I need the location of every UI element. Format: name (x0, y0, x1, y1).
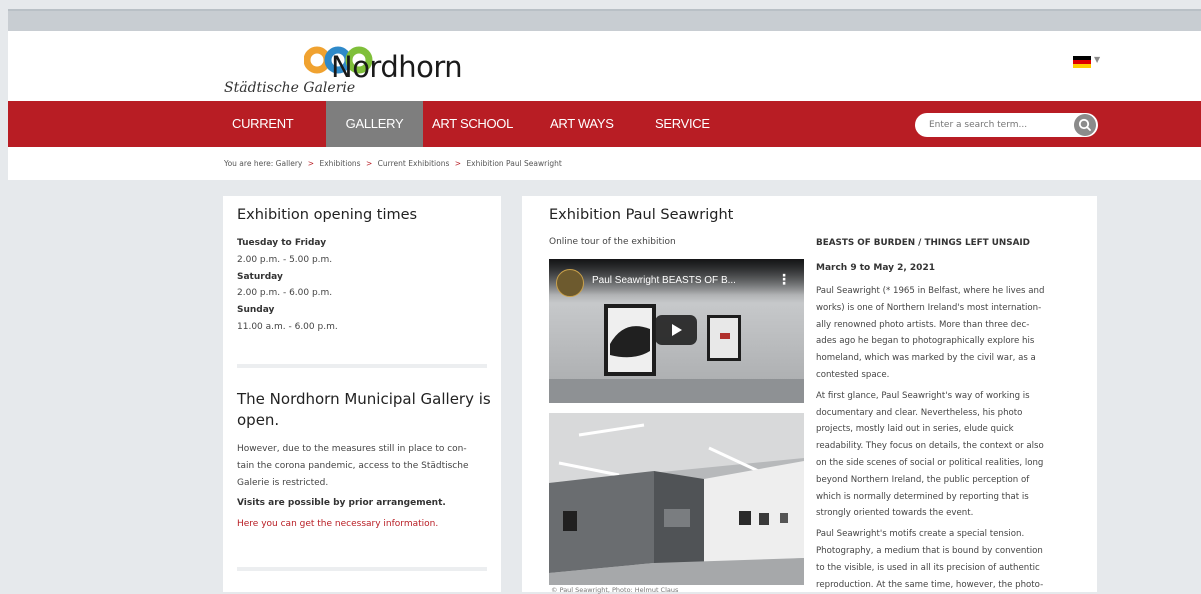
video-title[interactable]: Paul Seawright BEASTS OF B... (592, 275, 736, 286)
search-button[interactable] (1074, 114, 1096, 136)
video-menu-icon[interactable]: ⋮ (777, 272, 791, 288)
opening-hours: 2.00 p.m. - 5.00 p.m. (237, 254, 333, 265)
description-line: to the visible, is used in all its preci… (816, 562, 1040, 573)
description-line: ally renowned photo artists. More than t… (816, 319, 1030, 330)
notice-info-link[interactable]: Here you can get the necessary informati… (237, 516, 492, 533)
online-tour-label: Online tour of the exhibition (549, 237, 676, 247)
opening-day: Saturday (237, 271, 283, 282)
opening-hours: 11.00 a.m. - 6.00 p.m. (237, 321, 338, 332)
page-title: Exhibition Paul Seawright (549, 207, 734, 223)
nav-item-art-school[interactable]: ART SCHOOL (432, 101, 522, 147)
breadcrumb-link-exhibitions[interactable]: Exhibitions (319, 159, 360, 168)
description-line: homeland, which was marked by the civil … (816, 353, 1036, 364)
opening-day: Sunday (237, 305, 275, 316)
search-box (915, 113, 1098, 137)
top-bar (8, 9, 1201, 33)
nav-item-service[interactable]: SERVICE (655, 101, 735, 147)
site-header: ▼ (8, 31, 1201, 101)
video-player[interactable]: Paul Seawright BEASTS OF B... ⋮ (549, 259, 804, 403)
description-line: ades ago he began to photographically ex… (816, 336, 1035, 347)
notice-line: However, due to the measures still in pl… (237, 444, 467, 454)
description-line: strongly oriented towards the event. (816, 508, 974, 519)
site-title[interactable]: Nordhorn (331, 50, 463, 84)
description-line: documentary and clear. Nevertheless, his… (816, 407, 1023, 418)
nav-item-current[interactable]: CURRENT (232, 101, 322, 147)
description-line: Photography, a medium that is bound by c… (816, 545, 1043, 556)
language-dropdown-caret-icon[interactable]: ▼ (1094, 55, 1100, 64)
search-input[interactable] (929, 117, 1059, 133)
notice-bold-text: Visits are possible by prior arrangement… (237, 498, 446, 509)
breadcrumb: You are here: Gallery > Exhibitions > Cu… (224, 159, 562, 168)
photo-caption: © Paul Seawright, Photo: Helmut Claus (551, 586, 679, 594)
search-icon (1078, 118, 1091, 131)
exhibition-description: Paul Seawright (* 1965 in Belfast, where… (816, 283, 1088, 593)
main-navigation: CURRENT GALLERY ART SCHOOL ART WAYS SERV… (8, 101, 1201, 147)
description-line: projects, mostly laid out in series, elu… (816, 424, 1014, 435)
channel-avatar[interactable] (556, 269, 584, 297)
exhibition-subtitle: BEASTS OF BURDEN / THINGS LEFT UNSAID (816, 238, 1030, 248)
german-flag-icon[interactable] (1073, 56, 1091, 68)
opening-hours: 2.00 p.m. - 6.00 p.m. (237, 288, 333, 299)
description-line: At first glance, Paul Seawright's way of… (816, 390, 1030, 401)
opening-day: Tuesday to Friday (237, 238, 327, 248)
description-line: reproduction. At the same time, however,… (816, 579, 1044, 590)
opening-times-list: Tuesday to Friday 2.00 p.m. - 5.00 p.m. … (237, 235, 487, 336)
exhibition-photo-image (549, 413, 804, 585)
description-line: which is normally determined by reportin… (816, 491, 1029, 502)
description-line: beyond Northern Ireland, the public perc… (816, 474, 1030, 485)
notice-line: tain the corona pandemic, access to the … (237, 460, 469, 471)
play-button[interactable] (655, 315, 697, 345)
breadcrumb-prefix: You are here: (224, 159, 274, 168)
sidebar-divider (237, 567, 487, 571)
notice-body: However, due to the measures still in pl… (237, 441, 492, 533)
site-subtitle: Städtische Galerie (224, 80, 356, 96)
sidebar-divider (237, 364, 487, 368)
breadcrumb-separator-icon: > (365, 159, 373, 168)
exhibition-photo (549, 413, 804, 585)
description-line: on the side scenes of social or politica… (816, 457, 1044, 468)
breadcrumb-separator-icon: > (454, 159, 462, 168)
nav-item-gallery[interactable]: GALLERY (326, 101, 423, 147)
notice-title: The Nordhorn Municipal Gallery is open. (237, 389, 492, 431)
notice-line: Galerie is restricted. (237, 477, 329, 488)
breadcrumb-bar (8, 147, 1201, 180)
description-line: Paul Seawright's motifs create a special… (816, 529, 1025, 540)
description-line: Paul Seawright (* 1965 in Belfast, where… (816, 286, 1045, 296)
breadcrumb-link-current-exhibitions[interactable]: Current Exhibitions (378, 159, 450, 168)
breadcrumb-link-gallery[interactable]: Gallery (276, 159, 303, 168)
description-line: readability. They focus on details, the … (816, 441, 1044, 452)
description-line: works) is one of Northern Ireland's most… (816, 302, 1042, 313)
breadcrumb-separator-icon: > (307, 159, 315, 168)
exhibition-dates: March 9 to May 2, 2021 (816, 263, 935, 273)
opening-times-title: Exhibition opening times (237, 207, 418, 223)
breadcrumb-current-page: Exhibition Paul Seawright (466, 159, 562, 168)
notice-title-line: open. (237, 411, 280, 429)
notice-title-line: The Nordhorn Municipal Gallery is (237, 390, 491, 408)
description-line: contested space. (816, 369, 890, 380)
nav-item-art-ways[interactable]: ART WAYS (550, 101, 630, 147)
play-icon (672, 324, 682, 336)
